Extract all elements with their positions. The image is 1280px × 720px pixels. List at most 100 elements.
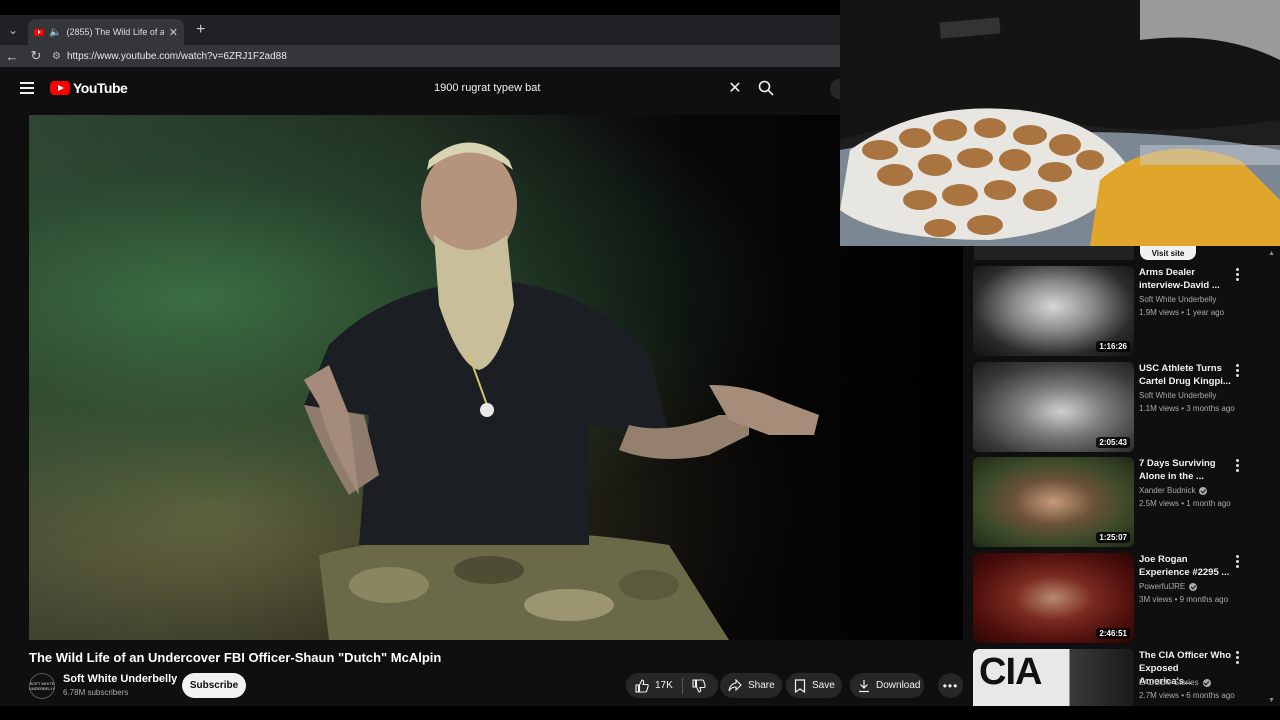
download-label: Download: [876, 680, 921, 691]
visit-site-button[interactable]: Visit site: [1140, 246, 1196, 260]
duration-badge: 1:16:26: [1096, 341, 1130, 352]
thumbs-up-icon: [635, 678, 649, 693]
title-line-1: Joe Rogan: [1139, 554, 1188, 565]
title-line-1: USC Athlete Turns: [1139, 363, 1222, 374]
like-count: 17K: [655, 680, 673, 691]
video-meta: 2.5M views • 1 month ago: [1139, 499, 1231, 508]
video-title: 7 Days Surviving Alone in the ...: [1139, 457, 1231, 483]
channel-avatar[interactable]: SOFT WHITE UNDERBELLY: [29, 673, 55, 699]
save-label: Save: [812, 680, 835, 691]
verified-icon: [1189, 582, 1198, 591]
save-button[interactable]: Save: [786, 673, 842, 698]
share-label: Share: [748, 680, 775, 691]
list-item[interactable]: 1:16:26 Arms Dealer interview-David ... …: [972, 266, 1268, 358]
speaker-icon[interactable]: 🔈: [49, 27, 61, 38]
subscriber-count: 6.78M subscribers: [63, 688, 129, 697]
list-item[interactable]: 2:05:43 USC Athlete Turns Cartel Drug Ki…: [972, 362, 1268, 454]
video-title: Joe Rogan Experience #2295 ...: [1139, 553, 1231, 579]
video-title: The Wild Life of an Undercover FBI Offic…: [29, 650, 442, 665]
webcam-overlay: [840, 0, 1280, 246]
more-vert-icon[interactable]: [1232, 649, 1242, 665]
list-item[interactable]: 1:25:07 7 Days Surviving Alone in the ..…: [972, 457, 1268, 549]
channel-text: Xander Budnick: [1139, 486, 1196, 495]
search-button[interactable]: [748, 75, 784, 101]
title-line-1: Arms Dealer: [1139, 267, 1195, 278]
site-info-icon[interactable]: ⚙: [52, 51, 61, 62]
video-frame-person: [304, 142, 819, 640]
subscribe-button[interactable]: Subscribe: [182, 673, 246, 698]
more-horizontal-icon: •••: [942, 678, 959, 693]
bookmark-icon: [794, 678, 806, 693]
video-meta: 2.7M views • 6 months ago: [1139, 691, 1235, 700]
video-title: USC Athlete Turns Cartel Drug Kingpi...: [1139, 362, 1231, 388]
video-thumbnail[interactable]: 1:16:26: [973, 266, 1134, 356]
video-title: Arms Dealer interview-David ...: [1139, 266, 1231, 292]
channel-name: LADbible Stories: [1139, 678, 1211, 687]
scroll-down-icon[interactable]: ▼: [1268, 697, 1275, 704]
video-thumbnail[interactable]: 2:05:43: [973, 362, 1134, 452]
title-line-1: 7 Days Surviving: [1139, 458, 1216, 469]
channel-name: Xander Budnick: [1139, 486, 1208, 495]
youtube-favicon-icon: [34, 28, 44, 36]
list-item[interactable]: 2:46:51 Joe Rogan Experience #2295 ... P…: [972, 553, 1268, 645]
bottom-bar: [0, 706, 1280, 720]
url-text: https://www.youtube.com/watch?v=6ZRJ1F2a…: [66, 50, 287, 62]
verified-icon: [1202, 678, 1211, 687]
clear-search-icon[interactable]: ✕: [722, 78, 748, 98]
channel-name: PowerfulJRE: [1139, 582, 1198, 591]
youtube-play-icon: [50, 81, 70, 95]
screen: ⌄ 🔈 (2855) The Wild Life of an Und ✕ + ←…: [0, 0, 1280, 720]
search-input[interactable]: 1900 rugrat typew bat: [424, 82, 722, 94]
more-vert-icon[interactable]: [1232, 553, 1242, 569]
video-player[interactable]: [29, 115, 963, 640]
video-thumbnail[interactable]: 2:46:51: [973, 553, 1134, 643]
title-line-2: Alone in the ...: [1139, 471, 1204, 482]
top-bar: [0, 0, 840, 15]
channel-text: PowerfulJRE: [1139, 582, 1186, 591]
channel-text: Soft White Underbelly: [1139, 295, 1217, 304]
thumbs-down-icon: [692, 678, 706, 693]
youtube-logo[interactable]: YouTube: [50, 80, 128, 96]
duration-badge: 2:46:51: [1096, 628, 1130, 639]
video-meta: 1.1M views • 3 months ago: [1139, 404, 1235, 413]
url-field[interactable]: ⚙ https://www.youtube.com/watch?v=6ZRJ1F…: [52, 47, 287, 65]
title-line-2: Cartel Drug Kingpi...: [1139, 376, 1231, 387]
channel-name: Soft White Underbelly: [1139, 391, 1216, 400]
like-button[interactable]: 17K: [626, 673, 682, 698]
video-meta: 3M views • 9 months ago: [1139, 595, 1229, 604]
ad-thumbnail[interactable]: [974, 246, 1134, 260]
share-icon: [728, 678, 742, 691]
verified-icon: [1199, 486, 1208, 495]
more-vert-icon[interactable]: [1232, 457, 1242, 473]
close-tab-icon[interactable]: ✕: [169, 26, 178, 39]
duration-badge: 1:25:07: [1096, 532, 1130, 543]
channel-text: Soft White Underbelly: [1139, 391, 1217, 400]
video-thumbnail[interactable]: 1:25:07: [973, 457, 1134, 547]
new-tab-icon[interactable]: +: [196, 21, 205, 39]
download-button[interactable]: Download: [850, 673, 924, 698]
back-icon[interactable]: ←: [0, 49, 24, 64]
menu-icon[interactable]: [20, 82, 34, 94]
scroll-up-icon[interactable]: ▲: [1268, 250, 1275, 257]
search-bar: 1900 rugrat typew bat ✕: [424, 75, 784, 101]
thumbnail-text: CIA: [979, 651, 1042, 693]
channel-text: LADbible Stories: [1139, 678, 1199, 687]
more-actions-button[interactable]: •••: [938, 673, 963, 698]
browser-tab-strip: ⌄ 🔈 (2855) The Wild Life of an Und ✕ +: [0, 15, 840, 45]
address-bar: ← ↻ ⚙ https://www.youtube.com/watch?v=6Z…: [0, 45, 840, 67]
share-button[interactable]: Share: [720, 673, 782, 698]
duration-badge: 2:05:43: [1096, 437, 1130, 448]
like-dislike-group: 17K: [626, 673, 718, 698]
tab-title: (2855) The Wild Life of an Und: [66, 27, 164, 37]
sidebar-scrollbar[interactable]: ▲ ▼: [1266, 246, 1276, 706]
recommendations-sidebar: Visit site 1:16:26 Arms Dealer interview…: [972, 246, 1272, 720]
channel-name[interactable]: Soft White Underbelly: [63, 673, 177, 685]
reload-icon[interactable]: ↻: [24, 48, 48, 64]
title-line-1: The CIA Officer Who: [1139, 650, 1232, 661]
more-vert-icon[interactable]: [1232, 266, 1242, 282]
channel-name: Soft White Underbelly: [1139, 295, 1216, 304]
browser-tab[interactable]: 🔈 (2855) The Wild Life of an Und ✕: [28, 19, 184, 45]
tab-search-icon[interactable]: ⌄: [0, 23, 26, 37]
dislike-button[interactable]: [683, 673, 715, 698]
more-vert-icon[interactable]: [1232, 362, 1242, 378]
